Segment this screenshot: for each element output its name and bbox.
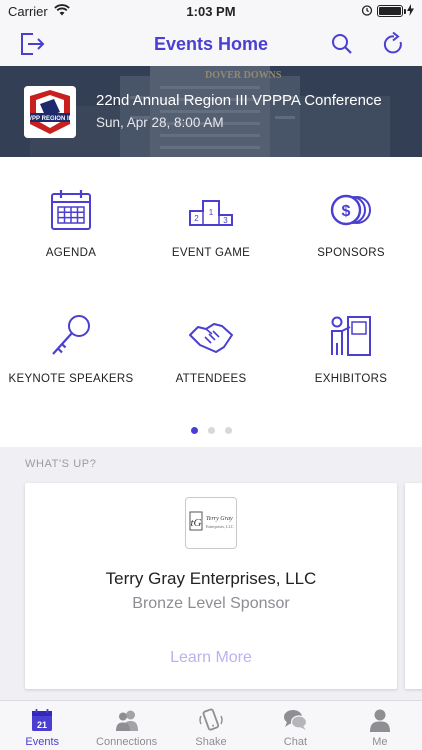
exhibitors-tile[interactable]: EXHIBITORS (281, 313, 421, 423)
event-logo: VPP REGION III (24, 86, 76, 138)
tab-events[interactable]: 21 Events (0, 701, 84, 750)
page-dot[interactable] (190, 427, 198, 434)
whats-up-section: WHAT'S UP? tG Terry Gray Enterprises, LL… (0, 447, 422, 700)
tab-label: Chat (283, 736, 308, 748)
handshake-icon (189, 323, 233, 353)
event-logo-text: VPP REGION III (28, 116, 72, 122)
tab-bar: 21 Events Connections Shake Chat Me (0, 700, 422, 750)
svg-text:21: 21 (37, 720, 47, 730)
next-card-peek[interactable] (405, 483, 422, 689)
chat-bubbles-icon (284, 710, 308, 730)
event-date: Sun, Apr 28, 8:00 AM (96, 115, 224, 130)
svg-text:$: $ (342, 203, 351, 220)
feature-grid: AGENDA 2 1 3 EVENT GAME $ SPONSORS KEYNO… (0, 157, 422, 447)
shake-phone-icon (199, 708, 223, 731)
svg-text:Terry Gray: Terry Gray (206, 516, 233, 522)
tab-label: Events (25, 736, 60, 748)
nav-bar: Events Home (0, 22, 422, 66)
nav-actions (328, 30, 408, 58)
event-banner[interactable]: DOVER DOWNS VPP REGION III 22nd Annual R… (0, 66, 422, 157)
clock: 1:03 PM (186, 3, 236, 19)
key-icon (52, 315, 90, 355)
tab-label: Shake (195, 736, 227, 748)
sponsor-level: Bronze Level Sponsor (132, 595, 290, 612)
page-indicator[interactable] (0, 427, 422, 434)
page-dot[interactable] (207, 427, 215, 434)
person-icon (369, 709, 390, 732)
people-icon (115, 710, 138, 731)
tab-chat[interactable]: Chat (253, 701, 337, 750)
tab-label: Me (372, 736, 388, 748)
exhibitors-label: EXHIBITORS (314, 373, 388, 385)
sponsor-name: Terry Gray Enterprises, LLC (105, 569, 317, 588)
attendees-tile[interactable]: ATTENDEES (141, 313, 281, 423)
search-icon[interactable] (328, 30, 356, 58)
agenda-label: AGENDA (45, 247, 97, 259)
sponsor-logo: tG Terry Gray Enterprises, LLC (185, 497, 237, 549)
svg-text:Enterprises, LLC: Enterprises, LLC (206, 524, 234, 530)
event-title: 22nd Annual Region III VPPPA Conference (96, 92, 382, 109)
keynote-speakers-tile[interactable]: KEYNOTE SPEAKERS (1, 313, 141, 423)
page-title: Events Home (153, 33, 269, 54)
podium-icon: 2 1 3 (189, 200, 233, 226)
svg-text:2: 2 (194, 214, 199, 223)
event-game-label: EVENT GAME (171, 247, 251, 259)
sponsors-tile[interactable]: $ SPONSORS (281, 187, 421, 297)
sponsor-card[interactable]: tG Terry Gray Enterprises, LLC Terry Gra… (25, 483, 397, 689)
keynote-speakers-label: KEYNOTE SPEAKERS (8, 373, 134, 385)
page-dot[interactable] (224, 427, 232, 434)
sponsors-label: SPONSORS (317, 247, 385, 259)
refresh-icon[interactable] (380, 30, 408, 58)
status-bar: Carrier 1:03 PM (0, 0, 422, 22)
svg-text:1: 1 (209, 208, 214, 217)
section-label: WHAT'S UP? (25, 458, 97, 470)
attendees-label: ATTENDEES (175, 373, 247, 385)
learn-more-link[interactable]: Learn More (25, 649, 397, 667)
svg-text:tG: tG (191, 517, 202, 529)
calendar-21-icon: 21 (32, 709, 53, 731)
battery-icon (377, 5, 406, 17)
presenter-icon (331, 316, 371, 356)
tab-me[interactable]: Me (338, 701, 422, 750)
logout-icon[interactable] (18, 30, 46, 58)
tab-connections[interactable]: Connections (84, 701, 168, 750)
coins-icon: $ (330, 194, 371, 226)
tab-label: Connections (96, 736, 158, 748)
svg-text:3: 3 (223, 216, 228, 225)
agenda-tile[interactable]: AGENDA (1, 187, 141, 297)
event-game-tile[interactable]: 2 1 3 EVENT GAME (141, 187, 281, 297)
calendar-icon (51, 190, 91, 230)
tab-shake[interactable]: Shake (169, 701, 253, 750)
